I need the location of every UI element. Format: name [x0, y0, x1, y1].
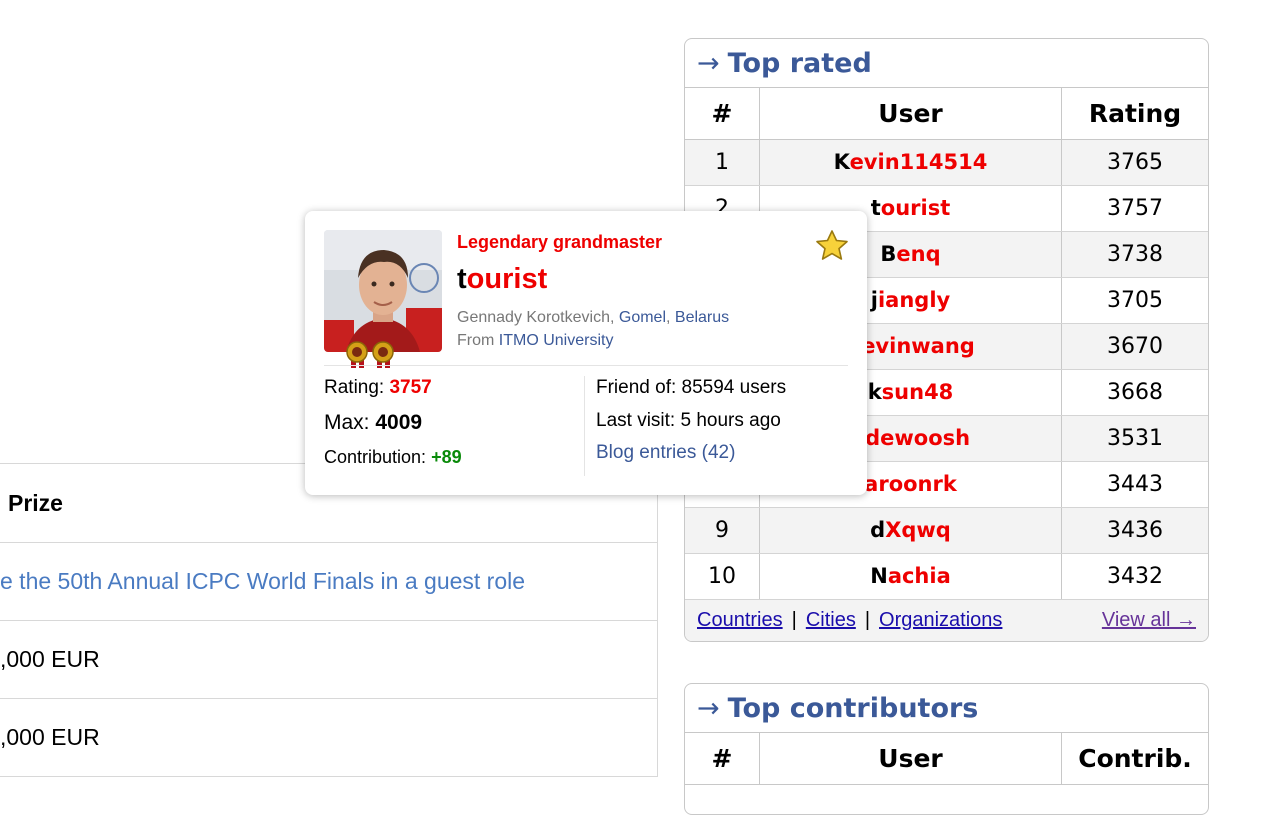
user-link[interactable]: adewoosh	[851, 426, 970, 450]
column-header-rank: #	[685, 733, 760, 785]
rating-cell: 3531	[1061, 415, 1208, 462]
city-link[interactable]: Gomel	[619, 309, 666, 326]
user-max-rating: Max: 4009	[324, 411, 423, 434]
top-contributors-title-text[interactable]: Top contributors	[728, 693, 979, 724]
user-link[interactable]: Kevin114514	[834, 150, 988, 174]
separator: |	[791, 609, 797, 631]
prize-row: ,000 EUR	[0, 621, 657, 699]
user-rating: Rating: 3757	[324, 377, 432, 398]
favorite-star-icon[interactable]	[815, 229, 849, 266]
user-link[interactable]: tourist	[871, 196, 951, 220]
arrow-right-icon: →	[697, 47, 720, 79]
friend-of-count: Friend of: 85594 users	[596, 377, 787, 398]
top-rated-footer: Countries | Cities | Organizations View …	[685, 600, 1208, 641]
user-contribution: Contribution: +89	[324, 447, 462, 467]
view-all-link[interactable]: View all →	[1102, 609, 1196, 632]
user-organization: From ITMO University	[457, 332, 614, 349]
user-cell: dXqwq	[759, 507, 1062, 554]
blog-entries-link[interactable]: Blog entries (42)	[596, 442, 735, 464]
user-cell: Nachia	[759, 553, 1062, 600]
rating-cell: 3765	[1061, 139, 1208, 186]
organizations-link[interactable]: Organizations	[879, 609, 1002, 632]
rating-cell: 3757	[1061, 185, 1208, 232]
user-avatar[interactable]	[324, 230, 442, 352]
country-link[interactable]: Belarus	[675, 309, 729, 326]
divider	[324, 365, 848, 366]
table-row: 10 Nachia 3432	[685, 553, 1208, 600]
user-link[interactable]: dXqwq	[870, 518, 951, 542]
column-header-user: User	[759, 733, 1062, 785]
table-row: 1 Kevin114514 3765	[685, 139, 1208, 186]
rank-cell: 1	[685, 139, 760, 186]
user-link[interactable]: Benq	[880, 242, 940, 266]
top-contributors-title[interactable]: → Top contributors	[685, 684, 1208, 733]
top-contributors-box: → Top contributors # User Contrib.	[684, 683, 1209, 815]
organization-link[interactable]: ITMO University	[499, 332, 614, 349]
user-link[interactable]: Nachia	[870, 564, 951, 588]
user-name-location: Gennady Korotkevich, Gomel, Belarus	[457, 309, 730, 326]
last-visit: Last visit: 5 hours ago	[596, 410, 781, 431]
rating-cell: 3738	[1061, 231, 1208, 278]
user-link[interactable]: aroonrk	[864, 472, 957, 496]
table-row: 9 dXqwq 3436	[685, 507, 1208, 554]
divider	[584, 376, 585, 476]
rating-cell: 3432	[1061, 553, 1208, 600]
user-popup-card: Legendary grandmaster tourist Gennady Ko…	[305, 211, 867, 495]
rating-cell: 3436	[1061, 507, 1208, 554]
column-header-user: User	[759, 88, 1062, 140]
rating-cell: 3443	[1061, 461, 1208, 508]
arrow-right-icon: →	[697, 692, 720, 724]
rating-cell: 3668	[1061, 369, 1208, 416]
rank-cell: 9	[685, 507, 760, 554]
user-link[interactable]: ksun48	[868, 380, 954, 404]
column-header-rank: #	[685, 88, 760, 140]
column-header-contrib: Contrib.	[1061, 733, 1208, 785]
separator: |	[864, 609, 871, 631]
user-handle[interactable]: tourist	[457, 263, 547, 296]
rating-cell: 3670	[1061, 323, 1208, 370]
prize-row: ,000 EUR	[0, 699, 657, 777]
column-header-rating: Rating	[1061, 88, 1208, 140]
rank-cell: 10	[685, 553, 760, 600]
top-rated-title[interactable]: → Top rated	[685, 39, 1208, 88]
prize-row-icpc-link[interactable]: e the 50th Annual ICPC World Finals in a…	[0, 543, 657, 621]
user-link[interactable]: jiangly	[871, 288, 950, 312]
countries-link[interactable]: Countries	[697, 609, 783, 632]
cities-link[interactable]: Cities	[806, 609, 856, 632]
rating-cell: 3705	[1061, 277, 1208, 324]
top-rated-title-text[interactable]: Top rated	[728, 48, 872, 79]
top-contributors-table: # User Contrib.	[685, 733, 1208, 785]
user-rank-title: Legendary grandmaster	[457, 232, 663, 252]
user-cell: Kevin114514	[759, 139, 1062, 186]
prize-table: Prize e the 50th Annual ICPC World Final…	[0, 463, 658, 777]
